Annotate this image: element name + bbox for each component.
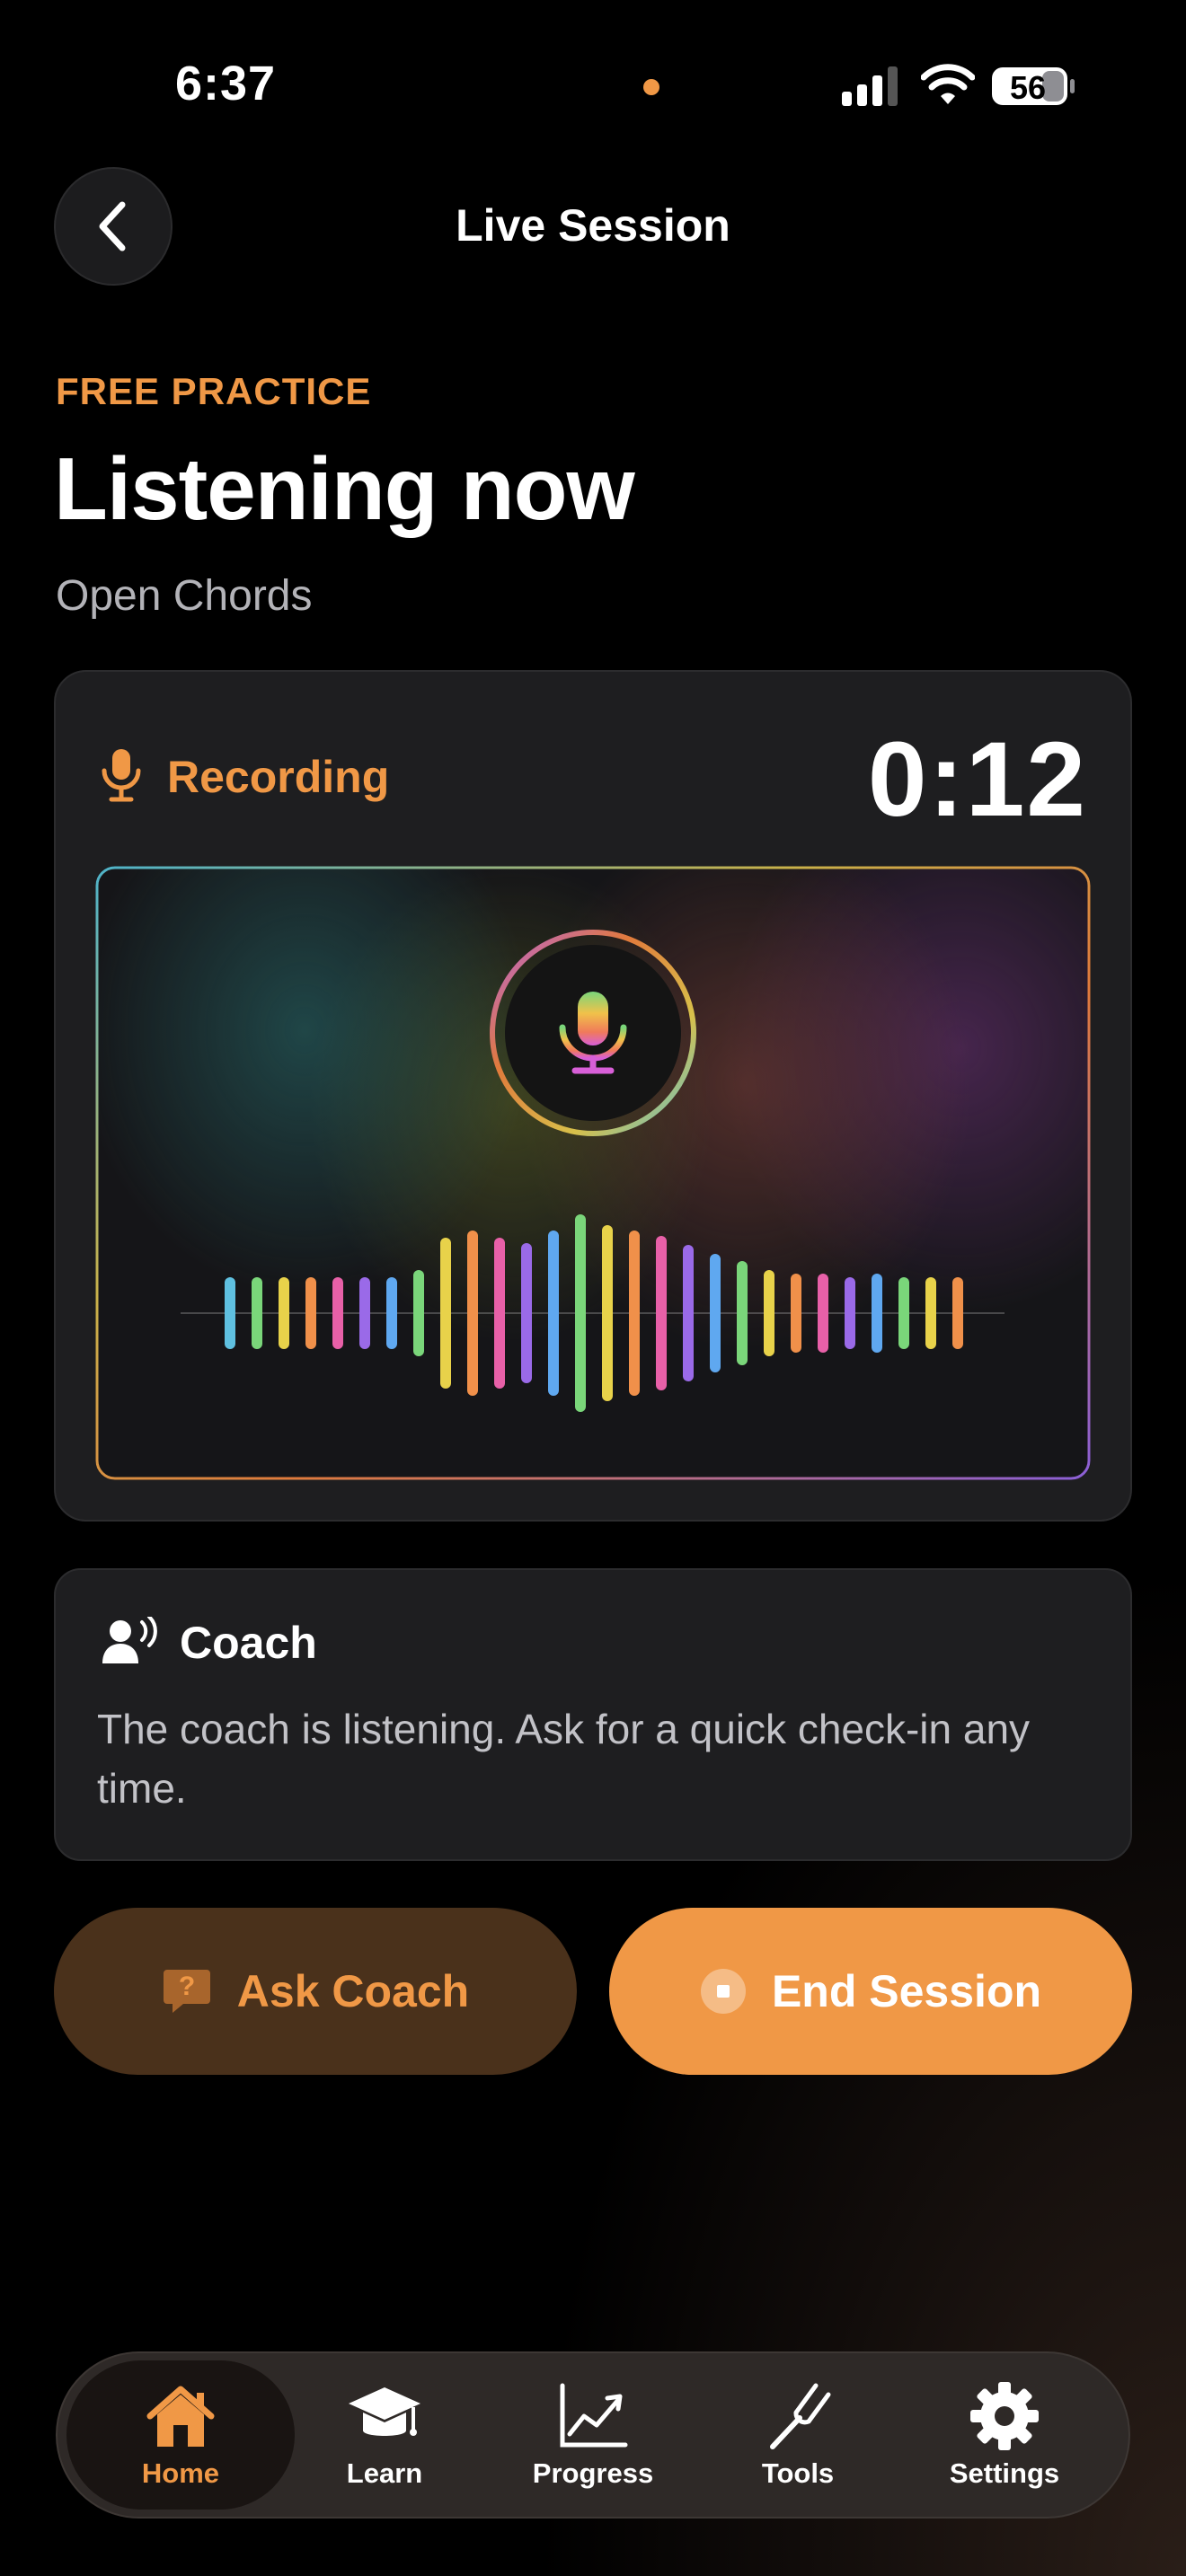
tab-settings-label: Settings [949, 2457, 1060, 2489]
svg-text:?: ? [179, 1972, 195, 2001]
ask-coach-button[interactable]: ? Ask Coach [54, 1908, 577, 2075]
audio-visualizer [95, 866, 1091, 1480]
cellular-signal-icon [842, 66, 898, 106]
tab-tools[interactable]: Tools [692, 2360, 904, 2510]
tab-tools-label: Tools [761, 2457, 835, 2489]
stop-icon [700, 1969, 746, 2014]
recording-indicator-dot [643, 79, 659, 95]
tab-home-label: Home [141, 2457, 220, 2489]
graduation-cap-icon [349, 2387, 420, 2436]
ask-coach-label: Ask Coach [236, 1966, 470, 2016]
session-subtitle: Open Chords [56, 572, 313, 620]
session-type-label: FREE PRACTICE [56, 370, 372, 412]
tab-home[interactable]: Home [66, 2360, 295, 2510]
coach-title: Coach [180, 1618, 317, 1668]
tab-learn[interactable]: Learn [279, 2360, 491, 2510]
battery-icon: 56 [992, 67, 1075, 106]
battery-level: 56 [1010, 69, 1046, 106]
question-bubble-icon: ? [163, 1970, 210, 2013]
session-headline: Listening now [54, 439, 635, 538]
person-speaking-icon [102, 1617, 157, 1663]
gear-icon [970, 2382, 1039, 2450]
recording-status-label: Recording [167, 752, 390, 802]
tab-progress-label: Progress [532, 2457, 654, 2489]
tab-learn-label: Learn [346, 2457, 423, 2489]
house-icon [146, 2386, 215, 2447]
tuning-fork-icon [770, 2383, 831, 2449]
end-session-button[interactable]: End Session [609, 1908, 1132, 2075]
microphone-icon [102, 749, 141, 802]
status-time: 6:37 [175, 57, 277, 110]
tab-settings[interactable]: Settings [898, 2360, 1111, 2510]
chart-icon [560, 2383, 628, 2448]
end-session-label: End Session [771, 1966, 1042, 2016]
coach-message: The coach is listening. Ask for a quick … [97, 1706, 1031, 1812]
tab-progress[interactable]: Progress [487, 2360, 699, 2510]
wifi-icon [921, 64, 975, 104]
page-title: Live Session [456, 200, 730, 251]
recording-timer: 0:12 [867, 720, 1087, 839]
